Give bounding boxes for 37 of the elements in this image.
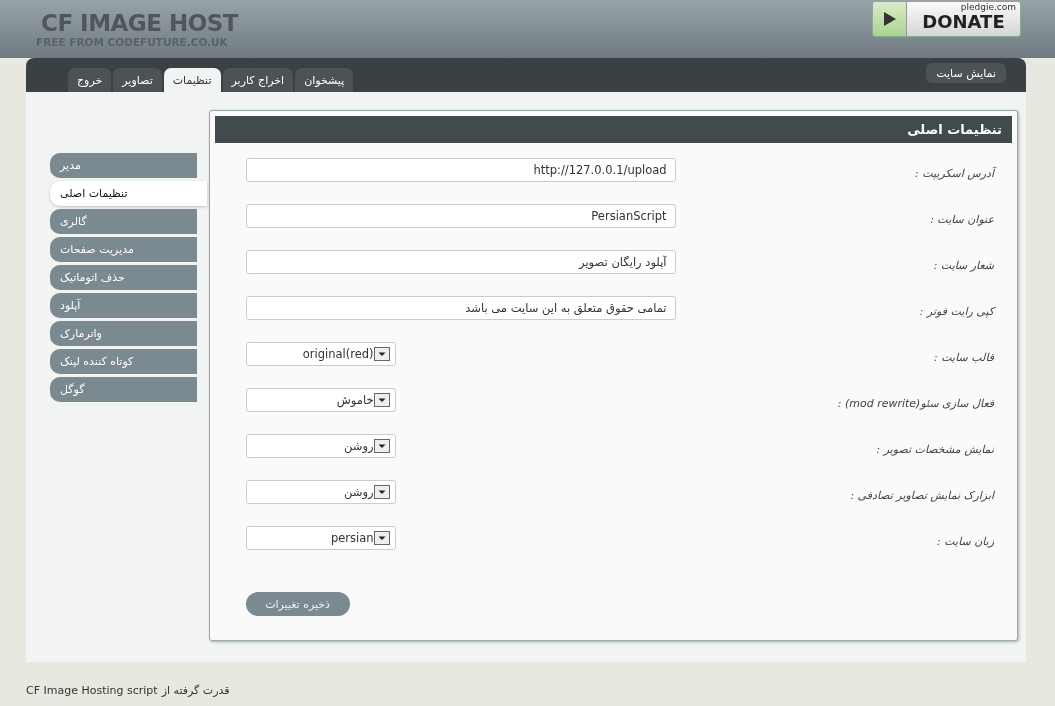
- field-label: نمایش مشخصات تصویر :: [876, 441, 994, 456]
- panel-title: تنظیمات اصلی: [214, 116, 1012, 143]
- field-label: ابزارک نمایش تصاویر تصادفی :: [850, 487, 994, 502]
- field-label: کپی رایت فوتر :: [919, 303, 994, 318]
- nav-tab[interactable]: اخراج کاربر: [222, 68, 294, 92]
- sidebar-item[interactable]: آپلود: [50, 293, 197, 318]
- dropdown-field[interactable]: persian: [245, 526, 396, 550]
- field-label: قالب سایت :: [934, 349, 994, 364]
- sidebar-item[interactable]: واترمارک: [50, 321, 197, 346]
- sidebar-item[interactable]: گوگل: [50, 377, 197, 402]
- sidebar-item[interactable]: حذف اتوماتیک: [50, 265, 197, 290]
- field-label: عنوان سایت :: [930, 211, 994, 226]
- donate-button[interactable]: pledgie.com DONATE: [872, 1, 1021, 37]
- nav-tab[interactable]: تصاویر: [113, 68, 162, 92]
- text-field[interactable]: http://127.0.0.1/upload: [245, 158, 676, 182]
- text-field[interactable]: PersianScript: [245, 204, 676, 228]
- dropdown-field[interactable]: خاموش: [245, 388, 396, 412]
- dropdown-field[interactable]: روشن: [245, 434, 396, 458]
- field-label: فعال سازی سئو(mod rewrite) :: [837, 395, 994, 410]
- text-field[interactable]: تمامی حقوق متعلق به این سایت می باشد: [245, 296, 676, 320]
- sidebar-item[interactable]: گالری: [50, 209, 197, 234]
- nav-tab[interactable]: خروج: [68, 68, 112, 92]
- nav-tab[interactable]: تنظیمات: [163, 68, 221, 92]
- dropdown-field[interactable]: روشن: [245, 480, 396, 504]
- view-site-button[interactable]: نمایش سایت: [926, 63, 1006, 83]
- text-field[interactable]: آپلود رایگان تصویر: [245, 250, 676, 274]
- site-logo: CF IMAGE HOST: [40, 10, 238, 36]
- sidebar-item[interactable]: کوتاه کننده لینک: [50, 349, 197, 374]
- field-label: شعار سایت :: [933, 257, 994, 272]
- sidebar-item[interactable]: مدیریت صفحات: [50, 237, 197, 262]
- sidebar-item[interactable]: مدیر: [50, 153, 197, 178]
- dropdown-field[interactable]: original(red): [245, 342, 396, 366]
- nav-tab[interactable]: پیشخوان: [295, 68, 354, 92]
- field-label: زبان سایت :: [937, 533, 994, 548]
- sidebar-item[interactable]: تنظیمات اصلی: [50, 181, 207, 206]
- play-icon: [882, 11, 897, 27]
- footer-link[interactable]: CF Image Hosting script: [26, 684, 158, 697]
